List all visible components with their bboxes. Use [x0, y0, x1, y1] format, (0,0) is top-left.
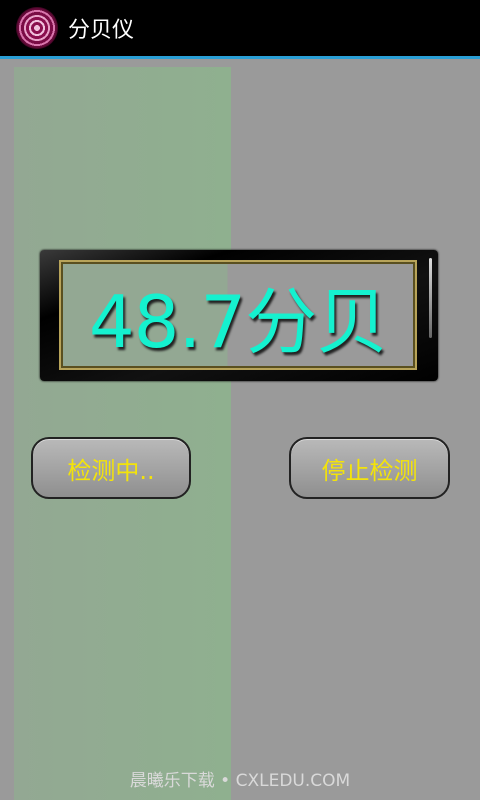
detecting-button[interactable]: 检测中..: [31, 437, 191, 499]
app-logo-icon: [16, 7, 58, 49]
title-bar: 分贝仪: [0, 0, 480, 59]
watermark-text: 晨曦乐下载 • CXLEDU.COM: [129, 771, 351, 791]
stop-detection-button[interactable]: 停止检测: [289, 437, 450, 499]
green-panel: [14, 67, 231, 800]
decibel-display-frame: 48.7分贝: [40, 250, 438, 381]
decibel-display: 48.7分贝: [59, 260, 417, 370]
app-title: 分贝仪: [68, 18, 135, 43]
decibel-reading: 48.7分贝: [88, 279, 388, 364]
main-content: 48.7分贝 检测中.. 停止检测 晨曦乐下载 • CXLEDU.COM: [0, 59, 480, 800]
